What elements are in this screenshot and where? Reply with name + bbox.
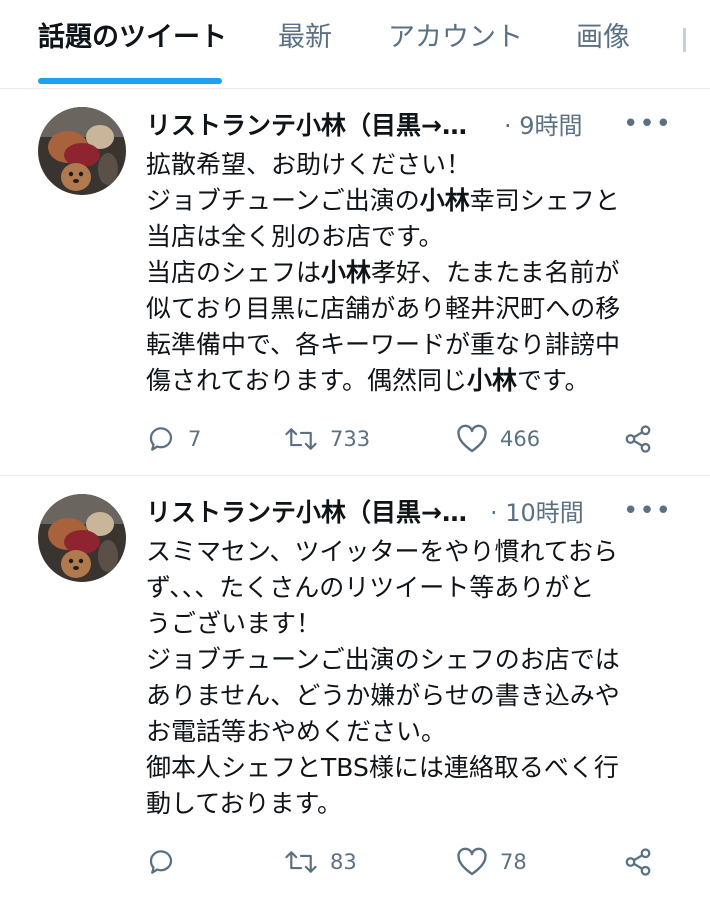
tweet-text-line: ず、、、たくさんのリツイート等ありがと <box>146 573 595 602</box>
share-icon <box>625 848 651 876</box>
display-name[interactable]: リストランテ小林（目黒→… <box>146 109 467 143</box>
more-icon[interactable]: ••• <box>623 496 672 526</box>
avatar[interactable] <box>38 107 126 195</box>
tweet-text-line: うございます！ <box>146 609 322 638</box>
tweet-text-line: ジョブチューンご出演のシェフのお店では <box>146 645 620 674</box>
tweet-text-line: 拡散希望、お助けください！ <box>146 150 472 179</box>
reply-icon <box>149 427 173 451</box>
tab-overflow-edge <box>683 28 686 52</box>
retweet-count: 83 <box>330 850 357 874</box>
tweet-text-line: 傷されております。偶然同じ小林です。 <box>146 366 590 395</box>
like-button[interactable]: 78 <box>456 842 527 882</box>
more-icon[interactable]: ••• <box>623 109 672 139</box>
tweet-header: リストランテ小林（目黒→… · 10時間 ••• <box>146 496 676 532</box>
tweet[interactable]: リストランテ小林（目黒→… · 10時間 ••• スミマセン、ツイッターをやり慣… <box>0 476 710 899</box>
reply-icon <box>149 850 173 874</box>
tweet-text-line: スミマセン、ツイッターをやり慣れておら <box>146 537 619 566</box>
display-name[interactable]: リストランテ小林（目黒→… <box>146 496 467 530</box>
share-button[interactable] <box>622 419 654 459</box>
retweet-button[interactable]: 83 <box>284 842 357 882</box>
tweet-text-line: 御本人シェフとTBS様には連絡取るべく行 <box>146 753 619 782</box>
tab-top-tweets[interactable]: 話題のツイート <box>38 20 227 56</box>
tweet-text-line: 転準備中で、各キーワードが重なり誹謗中 <box>146 330 621 359</box>
tab-latest[interactable]: 最新 <box>278 20 332 56</box>
like-count: 466 <box>500 427 541 451</box>
tweet-text: スミマセン、ツイッターをやり慣れておら ず、、、たくさんのリツイート等ありがと … <box>146 534 666 822</box>
retweet-count: 733 <box>330 427 371 451</box>
retweet-button[interactable]: 733 <box>284 419 370 459</box>
tweet-header: リストランテ小林（目黒→… · 9時間 ••• <box>146 109 676 145</box>
like-button[interactable]: 466 <box>456 419 540 459</box>
like-icon <box>457 424 487 453</box>
tweet-actions: 7 733 466 <box>146 419 666 459</box>
retweet-icon <box>285 851 317 873</box>
tweet-timestamp[interactable]: · 9時間 <box>504 109 583 143</box>
tweet-text-line: ジョブチューンご出演の小林幸司シェフと <box>146 186 620 215</box>
avatar[interactable] <box>38 494 126 582</box>
tweet-text-line: 当店は全く別のお店です。 <box>146 222 444 251</box>
tweet[interactable]: リストランテ小林（目黒→… · 9時間 ••• 拡散希望、お助けください！ ジョ… <box>0 89 710 476</box>
search-tab-bar: 話題のツイート 最新 アカウント 画像 <box>0 0 710 89</box>
share-icon <box>625 425 651 453</box>
avatar-photo <box>38 494 126 582</box>
avatar-photo <box>38 107 126 195</box>
retweet-icon <box>285 428 317 450</box>
reply-button[interactable] <box>146 842 188 882</box>
tweet-text: 拡散希望、お助けください！ ジョブチューンご出演の小林幸司シェフと 当店は全く別… <box>146 147 666 399</box>
tab-images[interactable]: 画像 <box>576 20 630 56</box>
tweet-text-line: 動しております。 <box>146 789 343 818</box>
tweet-text-line: ありません、どうか嫌がらせの書き込みや <box>146 681 620 710</box>
like-icon <box>457 847 487 876</box>
tweet-timestamp[interactable]: · 10時間 <box>490 496 584 530</box>
reply-count: 7 <box>188 427 202 451</box>
tab-accounts[interactable]: アカウント <box>388 20 523 56</box>
tweet-actions: 83 78 <box>146 842 666 882</box>
tweet-text-line: 当店のシェフは小林孝好、たまたま名前が <box>146 258 620 287</box>
reply-button[interactable]: 7 <box>146 419 201 459</box>
tweet-text-line: お電話等おやめください。 <box>146 717 447 746</box>
active-tab-indicator <box>38 78 222 84</box>
share-button[interactable] <box>622 842 654 882</box>
tweet-text-line: 似ており目黒に店舗があり軽井沢町への移 <box>146 294 621 323</box>
like-count: 78 <box>500 850 527 874</box>
